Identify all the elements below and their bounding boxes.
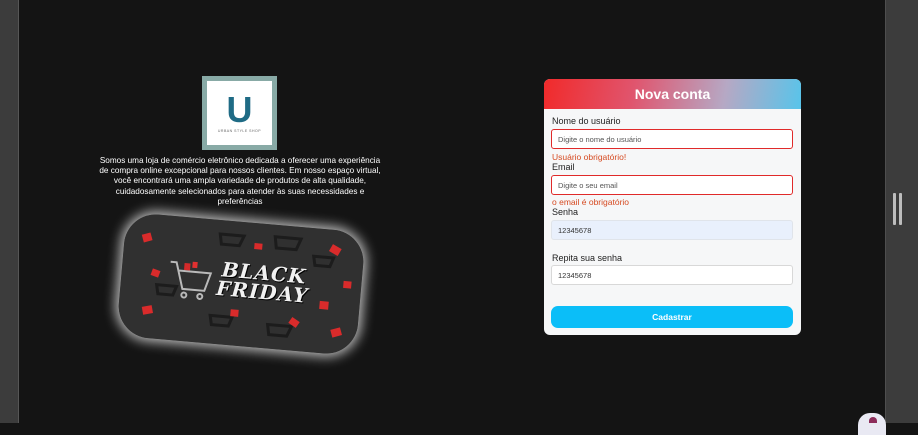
store-description: Somos uma loja de comércio eletrônico de… [99,156,381,206]
email-input[interactable] [551,175,793,195]
store-logo: U URBAN STYLE SHOP [202,76,277,150]
form-title: Nova conta [544,79,801,109]
left-window-edge [0,0,18,423]
left-edge-divider [18,0,19,423]
username-input[interactable] [551,129,793,149]
confirm-password-input[interactable] [551,265,793,285]
promo-title: BLACK FRIDAY [202,257,325,308]
username-error: Usuário obrigatório! [552,152,627,162]
resize-handle-icon[interactable] [893,193,905,225]
register-button[interactable]: Cadastrar [551,306,793,328]
email-error: o email é obrigatório [552,197,630,207]
logo-tagline: URBAN STYLE SHOP [217,129,262,133]
black-friday-banner: BLACK FRIDAY [116,211,366,357]
password-input[interactable] [551,220,793,240]
floating-widget-icon[interactable] [858,413,886,435]
signup-form-card: Nova conta Nome do usuário Usuário obrig… [544,79,801,335]
password-label: Senha [552,207,579,217]
username-label: Nome do usuário [552,116,621,126]
email-label: Email [552,162,575,172]
confirm-password-label: Repita sua senha [552,253,623,263]
logo-letter: U [226,89,253,130]
